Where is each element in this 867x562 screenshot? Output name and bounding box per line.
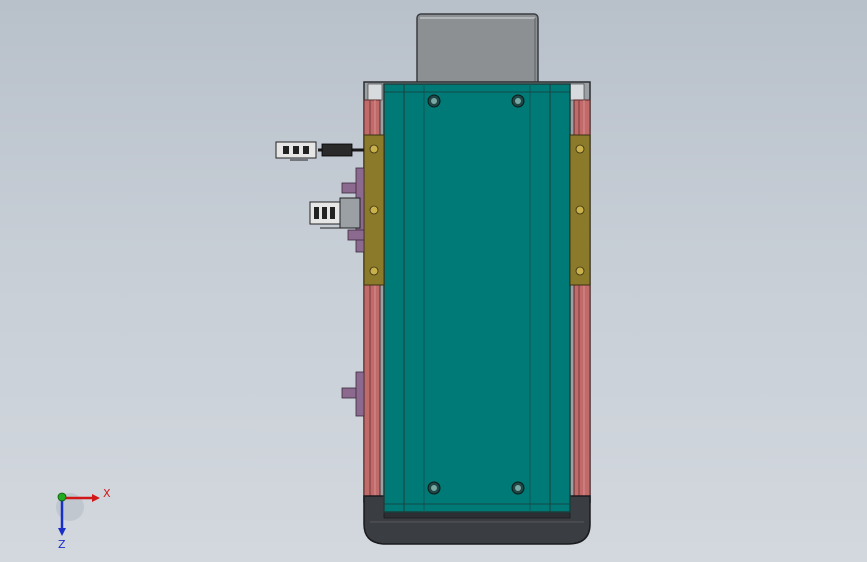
model-viewport[interactable]: X Z [0,0,867,562]
coordinate-triad [56,492,100,536]
sensor-bracket-lower[interactable] [341,371,365,417]
carriage-screw-bottom-left [427,481,441,495]
carriage-plate[interactable] [383,83,571,513]
cable-connector-middle[interactable] [309,197,361,229]
triad-z-label: Z [58,538,66,551]
actuator-model[interactable] [0,0,867,562]
triad-y-axis [57,492,67,502]
carriage-screw-top-right [511,94,525,108]
carriage-screw-bottom-right [511,481,525,495]
triad-x-label: X [103,487,111,500]
left-guide-block[interactable] [363,134,385,286]
cable-connector-top[interactable] [275,141,364,161]
carriage-screw-top-left [427,94,441,108]
motor-housing[interactable] [416,13,539,87]
right-guide-block[interactable] [569,134,591,286]
